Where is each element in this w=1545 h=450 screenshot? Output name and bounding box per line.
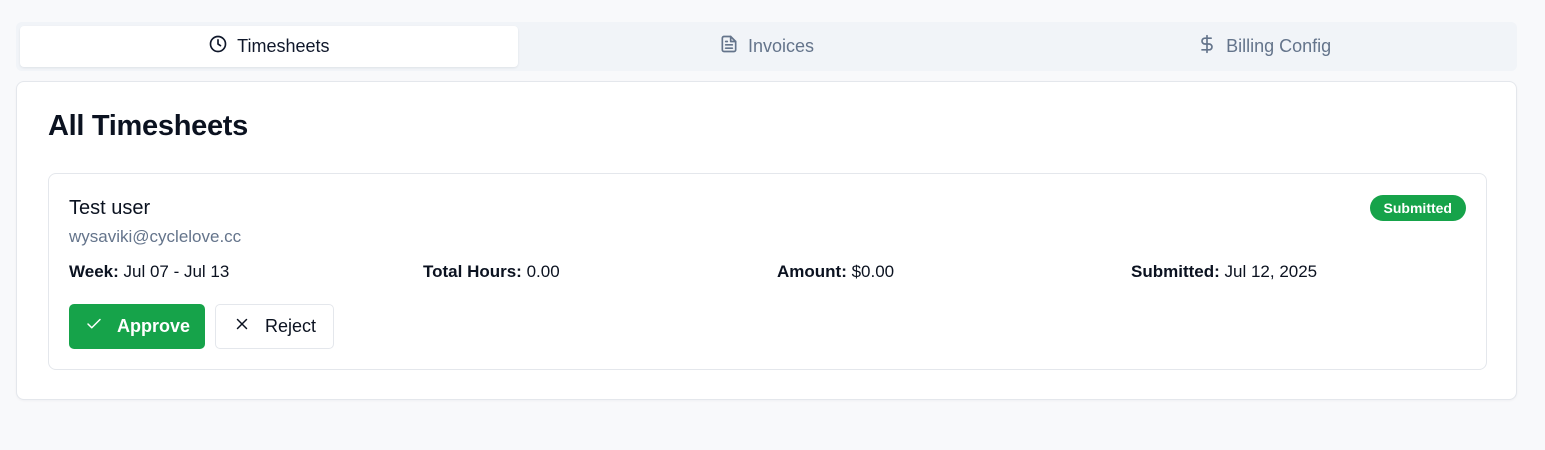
week-label: Week: [69,262,119,281]
check-icon [85,315,103,338]
tab-invoices[interactable]: Invoices [518,26,1016,67]
status-badge: Submitted [1369,195,1466,221]
tab-label: Invoices [747,36,815,56]
approve-button[interactable]: Approve [69,304,205,349]
hours-info: Total Hours: 0.00 [423,262,777,284]
amount-info: Amount: $0.00 [777,262,1131,284]
page-title: All Timesheets [48,110,248,142]
timesheet-card: Test user wysaviki@cyclelove.cc Submitte… [48,173,1487,370]
tab-bar: Timesheets Invoices Billing Config [16,22,1517,71]
hours-value: 0.00 [521,262,560,281]
user-email: wysaviki@cyclelove.cc [69,227,242,246]
amount-label: Amount: [777,262,847,281]
reject-label: Reject [265,316,317,336]
timesheets-panel: All Timesheets Test user wysaviki@cyclel… [16,81,1517,400]
approve-label: Approve [117,316,191,336]
clock-icon [208,34,228,59]
submitted-label: Submitted: [1131,262,1220,281]
week-value: Jul 07 - Jul 13 [118,262,230,281]
submitted-info: Submitted: Jul 12, 2025 [1131,262,1485,284]
amount-value: $0.00 [846,262,895,281]
reject-button[interactable]: Reject [215,304,334,349]
tab-timesheets[interactable]: Timesheets [20,26,518,67]
week-info: Week: Jul 07 - Jul 13 [69,262,423,284]
tab-label: Timesheets [237,36,330,56]
close-icon [233,315,251,338]
document-icon [719,34,739,59]
timesheet-details: Week: Jul 07 - Jul 13 Total Hours: 0.00 … [69,262,1485,284]
tab-billing-config[interactable]: Billing Config [1015,26,1513,67]
hours-label: Total Hours: [423,262,522,281]
tab-label: Billing Config [1226,36,1332,56]
submitted-value: Jul 12, 2025 [1219,262,1318,281]
dollar-icon [1197,34,1217,59]
user-name: Test user [69,197,151,219]
